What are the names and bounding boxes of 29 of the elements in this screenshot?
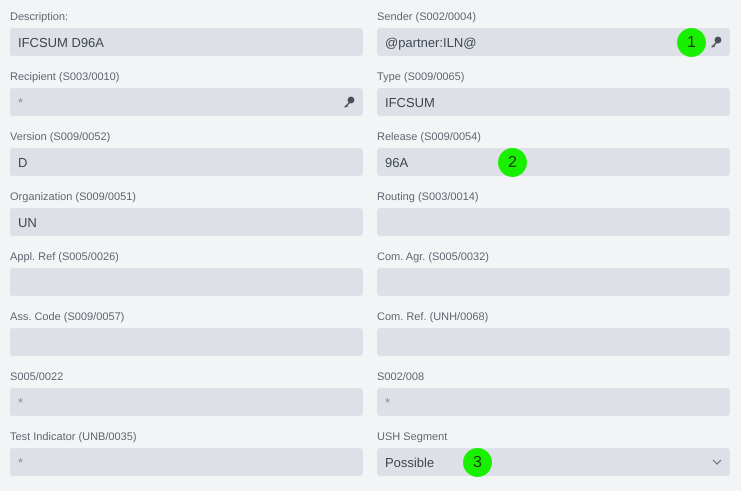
input-field[interactable]: @partner:ILN@ 1	[377, 28, 730, 56]
key-icon[interactable]	[343, 96, 355, 108]
field-label: Test Indicator (UNB/0035)	[10, 431, 138, 444]
field-label: Routing (S003/0014)	[377, 191, 480, 204]
field-label: Type (S009/0065)	[377, 71, 466, 84]
callout-marker: 2	[498, 148, 527, 177]
input-field[interactable]: IFCSUM D96A	[10, 28, 363, 56]
callout-marker: 1	[677, 28, 706, 57]
field-label: Com. Agr. (S005/0032)	[377, 251, 490, 264]
field-label: USH Segment	[377, 431, 448, 444]
field-label: Ass. Code (S009/0057)	[10, 311, 126, 324]
field-label: Description:	[10, 11, 70, 24]
field-label: S002/008	[377, 371, 426, 384]
field-label: Organization (S009/0051)	[10, 191, 137, 204]
select-field[interactable]: Possible 3	[377, 448, 730, 476]
field-label: Version (S009/0052)	[10, 131, 112, 144]
field-label: Com. Ref. (UNH/0068)	[377, 311, 490, 324]
field-label: Release (S009/0054)	[377, 131, 482, 144]
chevron-down-icon[interactable]	[712, 459, 722, 465]
field-label: Appl. Ref (S005/0026)	[10, 251, 120, 264]
field-label: Recipient (S003/0010)	[10, 71, 120, 84]
input-field[interactable]: 96A 2	[377, 148, 730, 176]
key-icon[interactable]	[710, 36, 722, 48]
input-field[interactable]: UN	[10, 208, 363, 236]
field-label: S005/0022	[10, 371, 64, 384]
callout-marker: 3	[463, 448, 492, 477]
input-field[interactable]: IFCSUM	[377, 88, 730, 116]
input-field[interactable]: D	[10, 148, 363, 176]
field-label: Sender (S002/0004)	[377, 11, 478, 24]
